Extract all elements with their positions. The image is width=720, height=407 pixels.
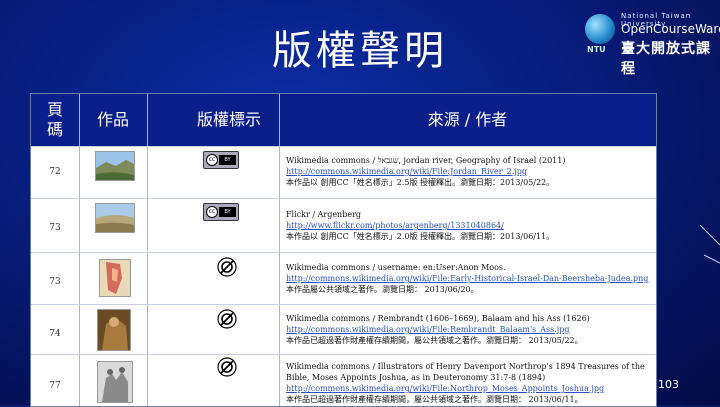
public-domain-icon	[217, 357, 237, 377]
ntu-ocw-logo: NTU National Taiwan University OpenCours…	[585, 12, 720, 77]
source-author: Wikimedia commons / Rembrandt (1606–1669…	[286, 314, 590, 323]
work-thumbnail	[99, 259, 131, 297]
header-license: 版權標示	[197, 110, 262, 129]
page-cell: 72	[49, 167, 61, 177]
source-license: 本作品以 創用CC「姓名標示」2.5版 授權釋出。瀏覽日期：2013/05/22…	[286, 178, 555, 187]
source-cell: Wikimedia commons / username: en:User:An…	[286, 262, 651, 295]
source-link[interactable]: http://commons.wikimedia.org/wiki/File:N…	[286, 383, 651, 394]
source-license: 本作品已超過著作財產權存續期間，屬公共領域之著作。瀏覽日期： 2013/05/2…	[286, 336, 583, 345]
logo-ntu: NTU	[587, 45, 606, 54]
source-link[interactable]: http://commons.wikimedia.org/wiki/File:J…	[286, 166, 651, 177]
source-author: Flickr / Argenberg	[286, 210, 362, 219]
source-license: 本作品以 創用CC「姓名標示」2.0版 授權釋出。瀏覽日期：2013/06/11…	[286, 232, 555, 241]
source-title: Bible, Moses Appoints Joshua, as in Deut…	[286, 373, 546, 382]
source-cell: Wikimedia commons / Illustrators of Henr…	[286, 361, 651, 405]
copyright-table: 頁碼 作品 版權標示 來源 / 作者 72 cc BY Wikimedia com…	[30, 93, 657, 407]
source-link[interactable]: http://commons.wikimedia.org/wiki/File:R…	[286, 324, 651, 335]
decorative-lines	[700, 225, 720, 264]
table-row: 77 Wikimedia commons / Illustrators of H…	[31, 354, 656, 407]
header-page: 頁碼	[46, 100, 63, 139]
source-license: 本作品屬公共領域之著作。瀏覽日期： 2013/06/20。	[286, 285, 479, 294]
table-row: 73 Wikimedia commons / username: en:User…	[31, 252, 656, 305]
source-author: Wikimedia commons / Illustrators of Henr…	[286, 362, 645, 371]
source-cell: Flickr / Argenberg http://www.flickr.com…	[286, 209, 651, 242]
header-source: 來源 / 作者	[427, 110, 508, 129]
source-link[interactable]: http://www.flickr.com/photos/argenberg/1…	[286, 220, 651, 231]
public-domain-icon	[217, 257, 237, 277]
cc-by-icon: cc BY	[203, 151, 239, 169]
work-thumbnail	[97, 309, 131, 351]
page-cell: 73	[49, 277, 61, 287]
table-row: 74 Wikimedia commons / Rembrandt (1606–1…	[31, 304, 656, 355]
table-row: 73 cc BY Flickr / Argenberg http://www.fl…	[31, 198, 656, 253]
table-header: 頁碼 作品 版權標示 來源 / 作者	[31, 94, 656, 146]
work-thumbnail	[95, 151, 135, 181]
source-cell: Wikimedia commons / Rembrandt (1606–1669…	[286, 313, 651, 346]
logo-line3: 臺大開放式課程	[621, 41, 711, 77]
table-row: 72 cc BY Wikimedia commons / שגבאל, jorda…	[31, 146, 656, 199]
public-domain-icon	[217, 309, 237, 329]
cc-by-icon: cc BY	[203, 203, 239, 221]
page-cell: 73	[49, 223, 61, 233]
source-author: Wikimedia commons / שגבאל, jordan river,…	[286, 156, 566, 165]
work-thumbnail	[95, 203, 135, 233]
source-license: 本作品已超過著作財產權存續期間，屬公共領域之著作。瀏覽日期： 2013/06/1…	[286, 395, 583, 404]
source-link[interactable]: http://commons.wikimedia.org/wiki/File:E…	[286, 273, 651, 284]
page-cell: 77	[49, 381, 61, 391]
globe-icon	[585, 14, 615, 44]
source-author: Wikimedia commons / username: en:User:An…	[286, 263, 506, 272]
source-cell: Wikimedia commons / שגבאל, jordan river,…	[286, 155, 651, 188]
work-thumbnail	[97, 361, 133, 403]
slide-page-number: 103	[658, 378, 679, 391]
logo-line2: OpenCourseWare	[621, 22, 720, 36]
header-work: 作品	[96, 110, 129, 129]
page-cell: 74	[49, 329, 61, 339]
